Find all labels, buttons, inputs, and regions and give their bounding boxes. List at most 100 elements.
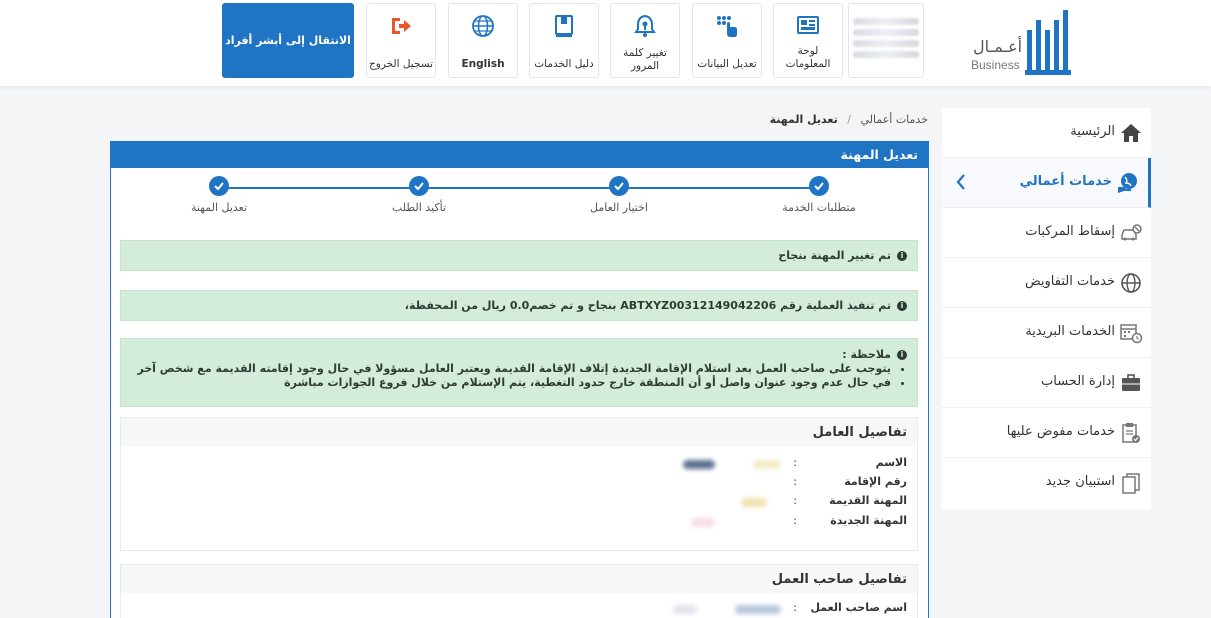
step-label: تعديل المهنة: [190, 201, 248, 214]
sidebar-item-account-management[interactable]: إدارة الحساب: [942, 358, 1151, 408]
services-guide-button[interactable]: دليل الخدمات: [529, 3, 599, 78]
sidebar-item-delegation-services[interactable]: خدمات التفاويض: [942, 258, 1151, 308]
employer-details-section: تفاصيل صاحب العمل اسم صاحب العمل :: [120, 564, 918, 618]
logo-mark-icon: [1025, 10, 1071, 75]
sidebar-item-home[interactable]: الرئيسية: [942, 108, 1151, 158]
success-alert: i تم تغيير المهنة بنجاح: [120, 240, 918, 271]
transaction-message: تم تنفيذ العملية رقم ABTXYZ0031214904220…: [404, 299, 891, 312]
check-icon: [809, 176, 829, 196]
notes-alert: i ملاحظة : يتوجب على صاحب العمل بعد استلا…: [120, 338, 918, 407]
globe-icon: [1121, 273, 1141, 293]
dashboard-label: لوحة المعلومات: [785, 45, 831, 70]
redacted-value: [673, 605, 697, 614]
sidebar-item-my-business-services[interactable]: خدمات أعمالي: [942, 158, 1151, 208]
old-profession-row: المهنة القديمة :: [607, 494, 907, 512]
worker-details-title: تفاصيل العامل: [121, 418, 917, 446]
business-logo[interactable]: أعـمـال Business: [969, 4, 1099, 78]
note-title: ملاحظة :: [842, 348, 891, 361]
transaction-alert: i تم تنفيذ العملية رقم ABTXYZ003121490422…: [120, 290, 918, 321]
sidebar: الرئيسية خدمات أعمالي إسقاط المركبات خدم…: [942, 108, 1151, 510]
change-password-button[interactable]: تغيير كلمة المرور: [610, 3, 680, 78]
sidebar-item-label: خدمات التفاويض: [1024, 274, 1115, 289]
clipboard-check-icon: [1122, 423, 1140, 443]
field-colon: :: [793, 456, 797, 469]
copy-icon: [1122, 473, 1140, 494]
field-label: المهنة الجديدة: [830, 514, 907, 527]
car-cancel-icon: [1121, 224, 1142, 241]
field-label: المهنة القديمة: [829, 494, 907, 507]
change-password-label: تغيير كلمة المرور: [623, 47, 667, 72]
breadcrumb: خدمات أعمالي / تعديل المهنة: [600, 113, 928, 129]
redacted-value: [735, 605, 781, 614]
panel-title: تعديل المهنة: [111, 142, 928, 168]
pointer-hand-icon: [717, 16, 737, 37]
check-icon: [209, 176, 229, 196]
redacted-value: [741, 498, 767, 507]
new-profession-row: المهنة الجديدة :: [607, 514, 907, 532]
field-label: الاسم: [875, 456, 907, 469]
field-colon: :: [793, 514, 797, 527]
redacted-value: [753, 460, 781, 469]
employer-details-title: تفاصيل صاحب العمل: [121, 565, 917, 593]
sidebar-item-label: الرئيسية: [1070, 124, 1115, 139]
step-label: متطلبات الخدمة: [782, 201, 856, 214]
top-header: أعـمـال Business لوحة المعلومات تعديل ال…: [0, 0, 1211, 86]
info-icon: i: [897, 301, 907, 311]
sidebar-item-delegated-services[interactable]: خدمات مفوض عليها: [942, 408, 1151, 458]
worker-name-row: الاسم :: [607, 456, 907, 474]
dashboard-button[interactable]: لوحة المعلومات: [773, 3, 843, 78]
logout-button[interactable]: تسجيل الخروج: [366, 3, 436, 78]
logout-label: تسجيل الخروج: [368, 58, 434, 70]
sidebar-item-label: إسقاط المركبات: [1025, 224, 1115, 239]
sidebar-item-label: إدارة الحساب: [1041, 374, 1115, 389]
book-icon: [555, 15, 573, 37]
step-label: اختيار العامل: [590, 201, 648, 214]
notes-list: يتوجب على صاحب العمل بعد استلام الإقامة …: [121, 362, 907, 390]
bell-key-icon: [634, 14, 656, 37]
step-select-worker: اختيار العامل: [554, 176, 684, 214]
redacted-value: [691, 518, 715, 527]
sidebar-item-vehicle-removal[interactable]: إسقاط المركبات: [942, 208, 1151, 258]
info-icon: i: [897, 251, 907, 261]
logo-arabic-text: أعـمـال: [973, 37, 1023, 56]
step-modify-profession: تعديل المهنة: [154, 176, 284, 214]
success-message: تم تغيير المهنة بنجاح: [778, 249, 891, 262]
globe-icon: [472, 15, 494, 37]
field-label: اسم صاحب العمل: [810, 601, 907, 614]
breadcrumb-current: تعديل المهنة: [769, 113, 838, 126]
absher-individuals-button[interactable]: الانتقال إلى أبشر أفراد: [222, 3, 354, 78]
info-icon: i: [897, 350, 907, 360]
services-guide-label: دليل الخدمات: [534, 58, 594, 70]
home-icon: [1121, 124, 1141, 142]
sidebar-item-label: خدمات مفوض عليها: [1006, 424, 1115, 439]
main-panel: تعديل المهنة متطلبات الخدمة اختيار العام…: [110, 141, 929, 618]
field-colon: :: [793, 601, 797, 614]
check-icon: [409, 176, 429, 196]
note-item: يتوجب على صاحب العمل بعد استلام الإقامة …: [121, 362, 891, 376]
sidebar-item-label: استبيان جديد: [1045, 474, 1115, 489]
edit-data-button[interactable]: تعديل البيانات: [692, 3, 762, 78]
iqama-number-row: رقم الإقامة :: [607, 475, 907, 493]
step-label: تأكيد الطلب: [391, 201, 447, 214]
chevron-left-icon[interactable]: [954, 172, 968, 192]
sidebar-item-new-survey[interactable]: استبيان جديد: [942, 458, 1151, 508]
check-icon: [609, 176, 629, 196]
breadcrumb-separator: /: [847, 113, 851, 126]
user-profile-blurred[interactable]: [848, 3, 924, 78]
calendar-clock-icon: [1120, 324, 1143, 344]
breadcrumb-root[interactable]: خدمات أعمالي: [860, 113, 928, 126]
english-language-button[interactable]: English: [448, 3, 518, 78]
step-service-requirements: متطلبات الخدمة: [754, 176, 884, 214]
dashboard-icon: [797, 16, 819, 34]
globe-hand-icon: [1118, 173, 1137, 193]
logo-english-text: Business: [971, 58, 1020, 72]
sidebar-item-label: الخدمات البريدية: [1025, 324, 1115, 339]
sidebar-item-label: خدمات أعمالي: [1019, 174, 1112, 189]
edit-data-label: تعديل البيانات: [697, 58, 757, 70]
progress-stepper: متطلبات الخدمة اختيار العامل تأكيد الطلب…: [111, 168, 928, 228]
step-confirm-request: تأكيد الطلب: [354, 176, 484, 214]
field-label: رقم الإقامة: [844, 475, 907, 488]
redacted-value: [683, 460, 715, 469]
sidebar-item-postal-services[interactable]: الخدمات البريدية: [942, 308, 1151, 358]
stepper-line: [219, 187, 821, 189]
